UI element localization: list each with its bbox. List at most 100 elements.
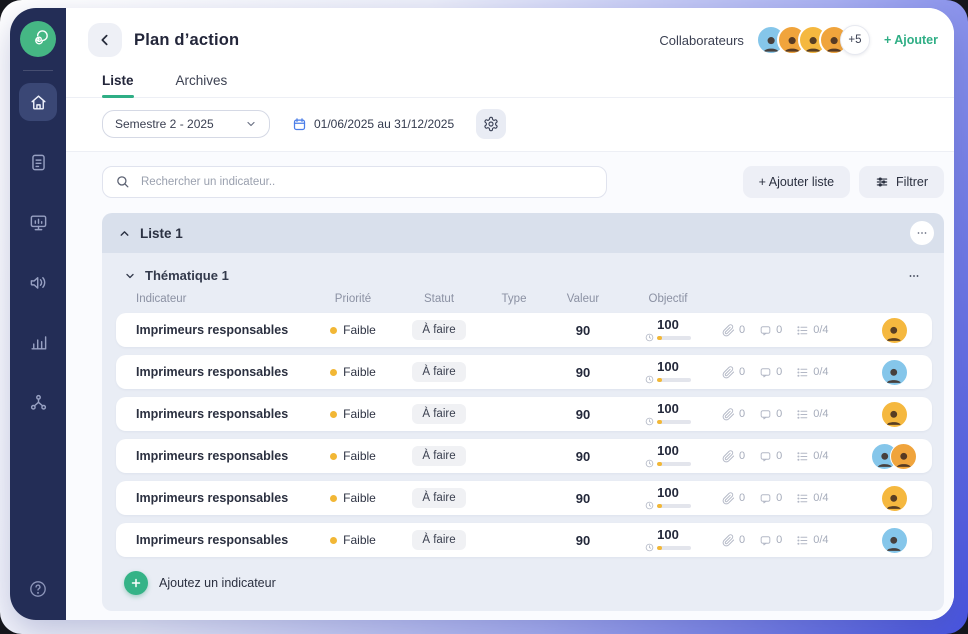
indicator-row[interactable]: Imprimeurs responsables Faible À faire 9… <box>116 313 932 347</box>
add-collaborator-link[interactable]: + Ajouter <box>884 33 938 47</box>
sidebar-item-network[interactable] <box>19 383 57 421</box>
chat-icon <box>759 408 772 421</box>
back-button[interactable] <box>88 23 122 57</box>
statistics-icon <box>29 333 48 352</box>
checklist-icon <box>796 450 809 463</box>
checklist-count[interactable]: 0/4 <box>796 492 828 505</box>
ellipsis-icon <box>916 227 928 239</box>
chat-icon <box>759 366 772 379</box>
priority-label: Faible <box>343 407 376 421</box>
assignee-avatars[interactable] <box>866 401 922 428</box>
list-header[interactable]: Liste 1 <box>102 213 944 253</box>
row-meta: 0 0 0/4 <box>716 366 866 379</box>
priority-cell: Faible <box>310 533 396 547</box>
attachments-count[interactable]: 0 <box>722 450 745 463</box>
progress-track <box>657 462 691 466</box>
checklist-count[interactable]: 0/4 <box>796 450 828 463</box>
avatar[interactable] <box>881 359 908 386</box>
sidebar-item-documents[interactable] <box>19 143 57 181</box>
assignee-avatars[interactable] <box>866 443 922 470</box>
attachments-count[interactable]: 0 <box>722 534 745 547</box>
checklist-count[interactable]: 0/4 <box>796 366 828 379</box>
main-content: Plan d’action Collaborateurs +5 + Ajoute… <box>66 8 954 620</box>
assignee-avatars[interactable] <box>866 527 922 554</box>
avatar[interactable] <box>881 485 908 512</box>
progress-track <box>657 504 691 508</box>
sidebar-item-announcements[interactable] <box>19 263 57 301</box>
help-icon[interactable] <box>28 579 48 604</box>
theme-title: Thématique 1 <box>145 268 893 283</box>
sidebar-divider <box>23 70 53 71</box>
sliders-icon <box>875 175 889 189</box>
attachments-count[interactable]: 0 <box>722 366 745 379</box>
progress-track <box>657 546 691 550</box>
chat-icon <box>759 450 772 463</box>
attachments-count[interactable]: 0 <box>722 324 745 337</box>
indicator-row[interactable]: Imprimeurs responsables Faible À faire 9… <box>116 481 932 515</box>
indicator-row[interactable]: Imprimeurs responsables Faible À faire 9… <box>116 397 932 431</box>
comments-count[interactable]: 0 <box>759 324 782 337</box>
tab-archives[interactable]: Archives <box>176 73 228 97</box>
checklist-icon <box>796 534 809 547</box>
comments-count[interactable]: 0 <box>759 366 782 379</box>
sidebar-item-screen-stats[interactable] <box>19 203 57 241</box>
list-menu-button[interactable] <box>910 221 934 245</box>
clock-icon <box>645 417 654 426</box>
objective-cell: 100 <box>620 402 716 426</box>
gear-icon <box>483 116 499 132</box>
documents-icon <box>29 153 48 172</box>
person-silhouette-icon <box>884 323 904 343</box>
comments-count[interactable]: 0 <box>759 408 782 421</box>
theme-header[interactable]: Thématique 1 <box>116 265 932 293</box>
add-indicator-row[interactable]: Ajoutez un indicateur <box>116 565 932 595</box>
column-header-indicateur: Indicateur <box>136 293 310 305</box>
app-logo-icon[interactable] <box>20 21 56 57</box>
add-list-button[interactable]: + Ajouter liste <box>743 166 850 198</box>
indicator-row[interactable]: Imprimeurs responsables Faible À faire 9… <box>116 355 932 389</box>
avatar[interactable] <box>881 317 908 344</box>
checklist-count[interactable]: 0/4 <box>796 408 828 421</box>
tab-liste[interactable]: Liste <box>102 73 134 97</box>
priority-dot <box>330 411 337 418</box>
comments-count[interactable]: 0 <box>759 450 782 463</box>
assignee-avatars[interactable] <box>866 359 922 386</box>
assignee-avatars[interactable] <box>866 485 922 512</box>
indicator-row[interactable]: Imprimeurs responsables Faible À faire 9… <box>116 439 932 473</box>
value-cell: 90 <box>546 407 620 422</box>
assignee-avatars[interactable] <box>866 317 922 344</box>
sidebar-item-statistics[interactable] <box>19 323 57 361</box>
add-indicator-button[interactable] <box>124 571 148 595</box>
indicator-name: Imprimeurs responsables <box>136 533 310 547</box>
chevron-down-icon <box>245 118 257 130</box>
tabs: Liste Archives <box>66 57 954 98</box>
checklist-count[interactable]: 0/4 <box>796 534 828 547</box>
calendar-icon <box>292 117 307 132</box>
checklist-count[interactable]: 0/4 <box>796 324 828 337</box>
avatar[interactable] <box>890 443 917 470</box>
theme-menu-button[interactable] <box>902 269 926 283</box>
collaborators-avatar-stack <box>756 25 849 55</box>
filter-button[interactable]: Filtrer <box>859 166 944 198</box>
app-surface: Plan d’action Collaborateurs +5 + Ajoute… <box>10 8 954 620</box>
avatar[interactable] <box>881 401 908 428</box>
sidebar-item-home[interactable] <box>19 83 57 121</box>
search-input[interactable] <box>102 166 607 198</box>
attachments-count[interactable]: 0 <box>722 492 745 505</box>
avatar[interactable] <box>881 527 908 554</box>
indicator-name: Imprimeurs responsables <box>136 449 310 463</box>
attachments-count[interactable]: 0 <box>722 408 745 421</box>
date-range-picker[interactable]: 01/06/2025 au 31/12/2025 <box>292 117 454 132</box>
collaborators-overflow-badge[interactable]: +5 <box>840 25 870 55</box>
period-select[interactable]: Semestre 2 - 2025 <box>102 110 270 138</box>
person-silhouette-icon <box>884 407 904 427</box>
body-area: + Ajouter liste Filtrer Liste 1 <box>66 152 954 620</box>
chevron-up-icon <box>118 227 131 240</box>
paperclip-icon <box>722 492 735 505</box>
settings-button[interactable] <box>476 109 506 139</box>
indicator-row[interactable]: Imprimeurs responsables Faible À faire 9… <box>116 523 932 557</box>
checklist-icon <box>796 366 809 379</box>
comments-count[interactable]: 0 <box>759 534 782 547</box>
home-icon <box>29 93 48 112</box>
comments-count[interactable]: 0 <box>759 492 782 505</box>
status-badge: À faire <box>412 446 465 466</box>
